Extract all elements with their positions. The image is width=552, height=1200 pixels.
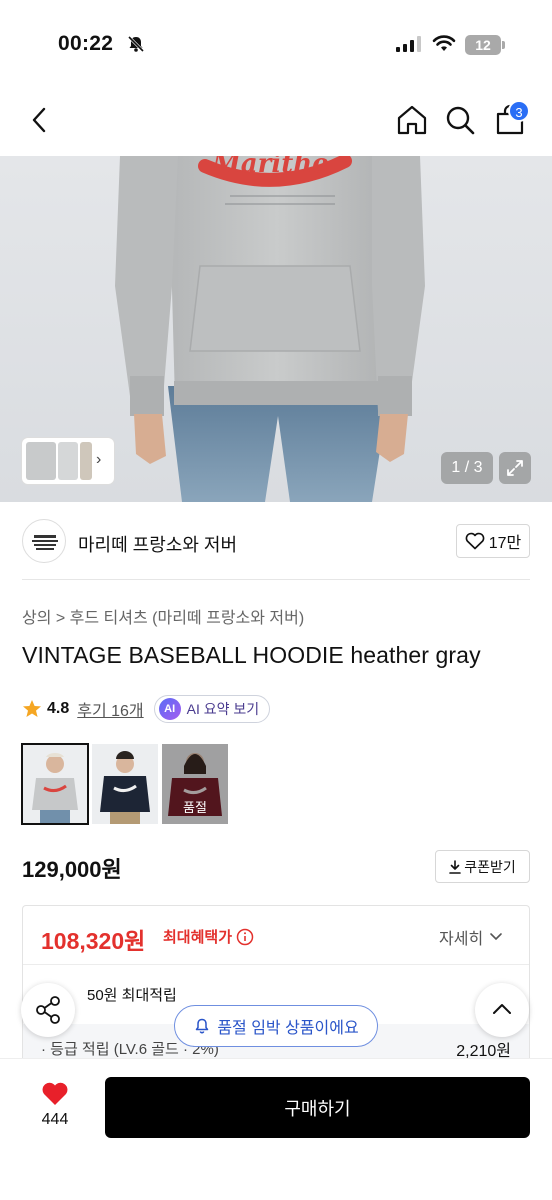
heart-outline-icon xyxy=(465,532,485,550)
divider xyxy=(22,579,530,580)
heart-filled-icon xyxy=(42,1082,68,1105)
low-stock-text: 품절 임박 상품이에요 xyxy=(217,1020,359,1037)
brand-row: 마리떼 프랑소와 저버 17만 xyxy=(0,502,552,580)
gallery-thumb-1[interactable] xyxy=(26,442,56,480)
rating-score: 4.8 xyxy=(47,700,70,717)
variant-navy[interactable] xyxy=(92,744,158,824)
rating-row: 4.8 후기 16개 AI AI 요약 보기 xyxy=(22,694,271,724)
benefit-detail-label: 자세히 xyxy=(439,931,484,948)
benefit-detail-toggle[interactable]: 자세히 xyxy=(439,925,503,949)
original-price: 129,000원 xyxy=(22,857,122,882)
color-variant-list: 품절 xyxy=(21,743,228,826)
brand-like-count: 17만 xyxy=(488,535,522,552)
brand-name[interactable]: 마리떼 프랑소와 저버 xyxy=(78,531,237,557)
review-count-link[interactable]: 후기 16개 xyxy=(77,697,143,721)
low-stock-toast: 품절 임박 상품이에요 xyxy=(174,1005,378,1047)
expand-icon[interactable] xyxy=(499,452,531,484)
max-benefit-price: 108,320원 xyxy=(41,928,146,954)
ai-summary-button[interactable]: AI AI 요약 보기 xyxy=(153,695,271,723)
brand-like-button[interactable]: 17만 xyxy=(456,524,530,558)
share-button[interactable] xyxy=(21,983,75,1037)
signal-icon xyxy=(396,36,421,52)
home-icon[interactable] xyxy=(394,102,430,138)
buy-button[interactable]: 구매하기 xyxy=(105,1077,530,1138)
battery-indicator: 12 xyxy=(465,35,501,55)
image-counter: 1 / 3 xyxy=(441,452,493,484)
chevron-right-icon[interactable]: › xyxy=(96,451,101,469)
variant-burgundy[interactable]: 품절 xyxy=(162,744,228,824)
variant-heather-gray[interactable] xyxy=(21,743,89,825)
download-icon xyxy=(449,859,462,874)
bell-muted-icon xyxy=(127,35,145,53)
max-benefit-label: 최대혜택가 xyxy=(163,926,254,947)
gallery-thumbnail-strip[interactable]: › xyxy=(22,438,114,484)
wishlist-count: 444 xyxy=(41,1111,69,1128)
svg-text:Marithe: Marithe xyxy=(211,156,329,179)
brand-logo[interactable] xyxy=(22,519,66,563)
chevron-down-icon xyxy=(490,933,502,941)
product-title: VINTAGE BASEBALL HOODIE heather gray xyxy=(22,642,481,668)
top-nav xyxy=(0,88,552,156)
cart-count-badge: 3 xyxy=(508,100,530,122)
chevron-up-icon xyxy=(493,1004,511,1014)
bell-icon xyxy=(196,1018,209,1034)
max-benefit-text: 최대혜택가 xyxy=(163,929,233,946)
status-bar: 00:22 12 xyxy=(0,0,552,88)
info-icon[interactable] xyxy=(236,928,254,946)
back-icon[interactable] xyxy=(22,102,58,138)
coupon-label: 쿠폰받기 xyxy=(464,858,516,875)
star-icon xyxy=(23,700,41,717)
battery-cap xyxy=(502,41,505,49)
breadcrumb[interactable]: 상의 > 후드 티셔츠 (마리떼 프랑소와 저버) xyxy=(22,604,304,628)
bottom-action-bar: 444 구매하기 xyxy=(0,1058,552,1200)
benefit-divider xyxy=(23,964,529,965)
ai-icon: AI xyxy=(158,698,181,720)
scroll-top-button[interactable] xyxy=(475,983,529,1037)
status-time: 00:22 xyxy=(58,32,114,55)
soldout-label: 품절 xyxy=(162,744,228,824)
ai-summary-label: AI 요약 보기 xyxy=(186,701,260,717)
share-icon xyxy=(36,996,60,1024)
gallery-thumb-2[interactable] xyxy=(58,442,78,480)
buy-button-label: 구매하기 xyxy=(284,1098,351,1119)
gallery-thumb-3[interactable] xyxy=(80,442,92,480)
wifi-icon xyxy=(432,35,456,51)
search-icon[interactable] xyxy=(442,102,478,138)
coupon-download-button[interactable]: 쿠폰받기 xyxy=(435,850,530,883)
max-points: 50원 최대적립 xyxy=(87,987,177,1004)
